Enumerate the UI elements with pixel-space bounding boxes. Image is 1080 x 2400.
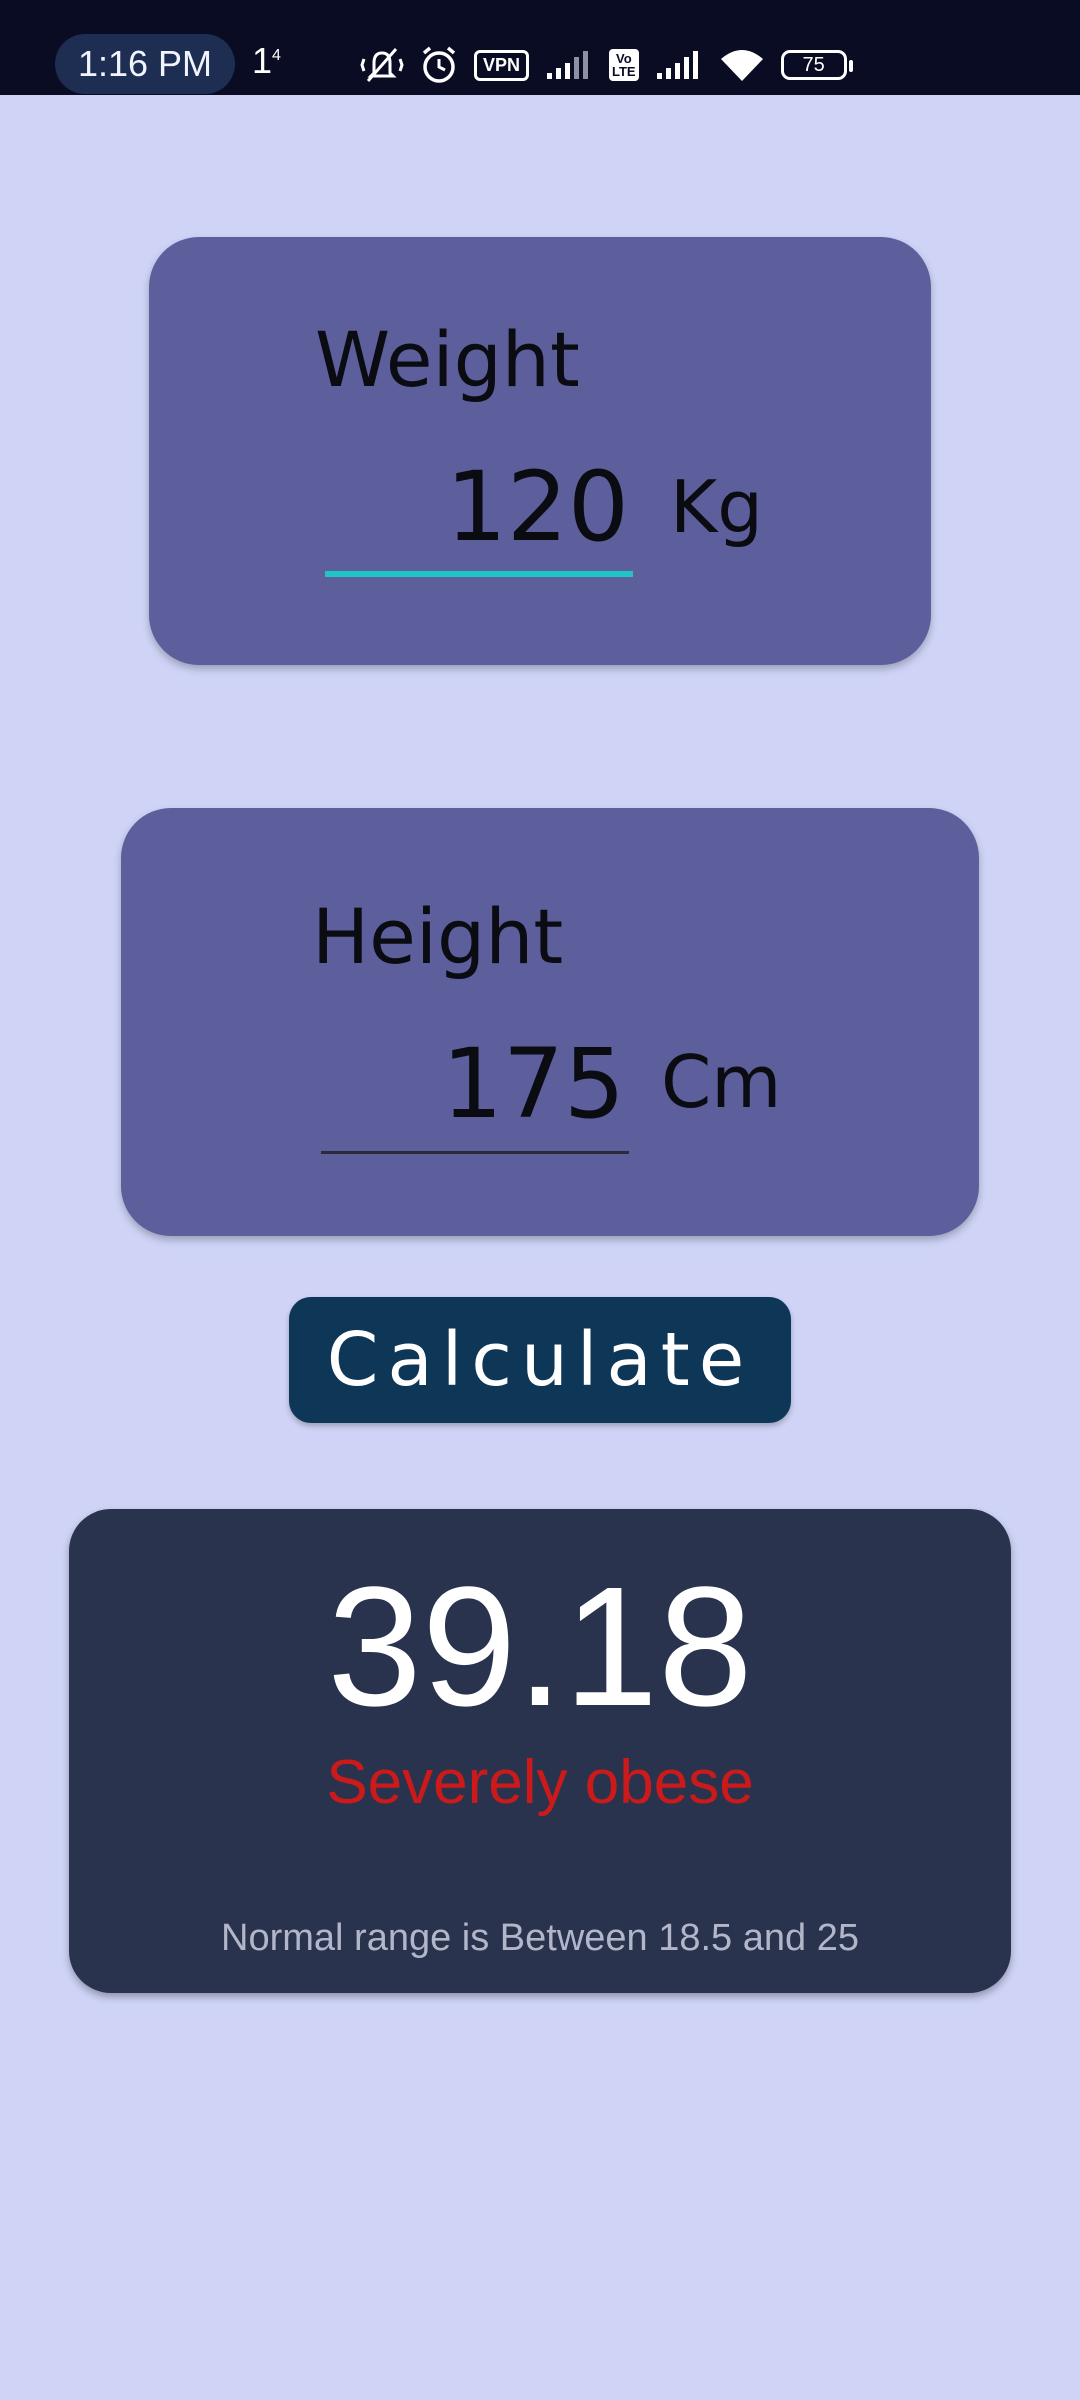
weight-input[interactable]: 120 xyxy=(325,437,633,577)
wifi-icon xyxy=(720,50,763,81)
battery-icon: 75 xyxy=(780,50,853,80)
result-card: 39.18 Severely obese Normal range is Bet… xyxy=(69,1509,1011,1993)
vpn-icon: VPN xyxy=(474,49,530,81)
bmi-value: 39.18 xyxy=(327,1552,753,1742)
status-time: 1:16 PM xyxy=(55,34,235,94)
status-icons: VPN Vo LTE 75 xyxy=(360,40,853,90)
status-bar: 1:16 PM 14 VPN Vo LTE 75 xyxy=(0,0,1080,95)
weight-unit: Kg xyxy=(670,465,763,549)
notification-superscript: 4 xyxy=(272,47,281,64)
alarm-icon xyxy=(422,46,456,83)
mute-vibrate-icon xyxy=(360,48,404,82)
height-unit: Cm xyxy=(661,1040,782,1124)
volte-label-lte: LTE xyxy=(612,64,636,79)
bmi-category: Severely obese xyxy=(326,1748,754,1817)
weight-card: Weight 120 Kg xyxy=(149,237,931,665)
weight-label: Weight xyxy=(315,315,580,404)
normal-range-note: Normal range is Between 18.5 and 25 xyxy=(221,1917,859,1959)
calculate-button[interactable]: Calculate xyxy=(289,1297,791,1423)
signal-icon-1 xyxy=(547,51,589,79)
height-label: Height xyxy=(312,892,564,981)
notification-indicator: 14 xyxy=(252,40,281,82)
volte-icon: Vo LTE xyxy=(609,49,639,81)
height-card: Height 175 Cm xyxy=(121,808,979,1236)
notification-count: 1 xyxy=(252,40,273,81)
height-input[interactable]: 175 xyxy=(321,1014,629,1154)
signal-icon-2 xyxy=(656,51,698,79)
